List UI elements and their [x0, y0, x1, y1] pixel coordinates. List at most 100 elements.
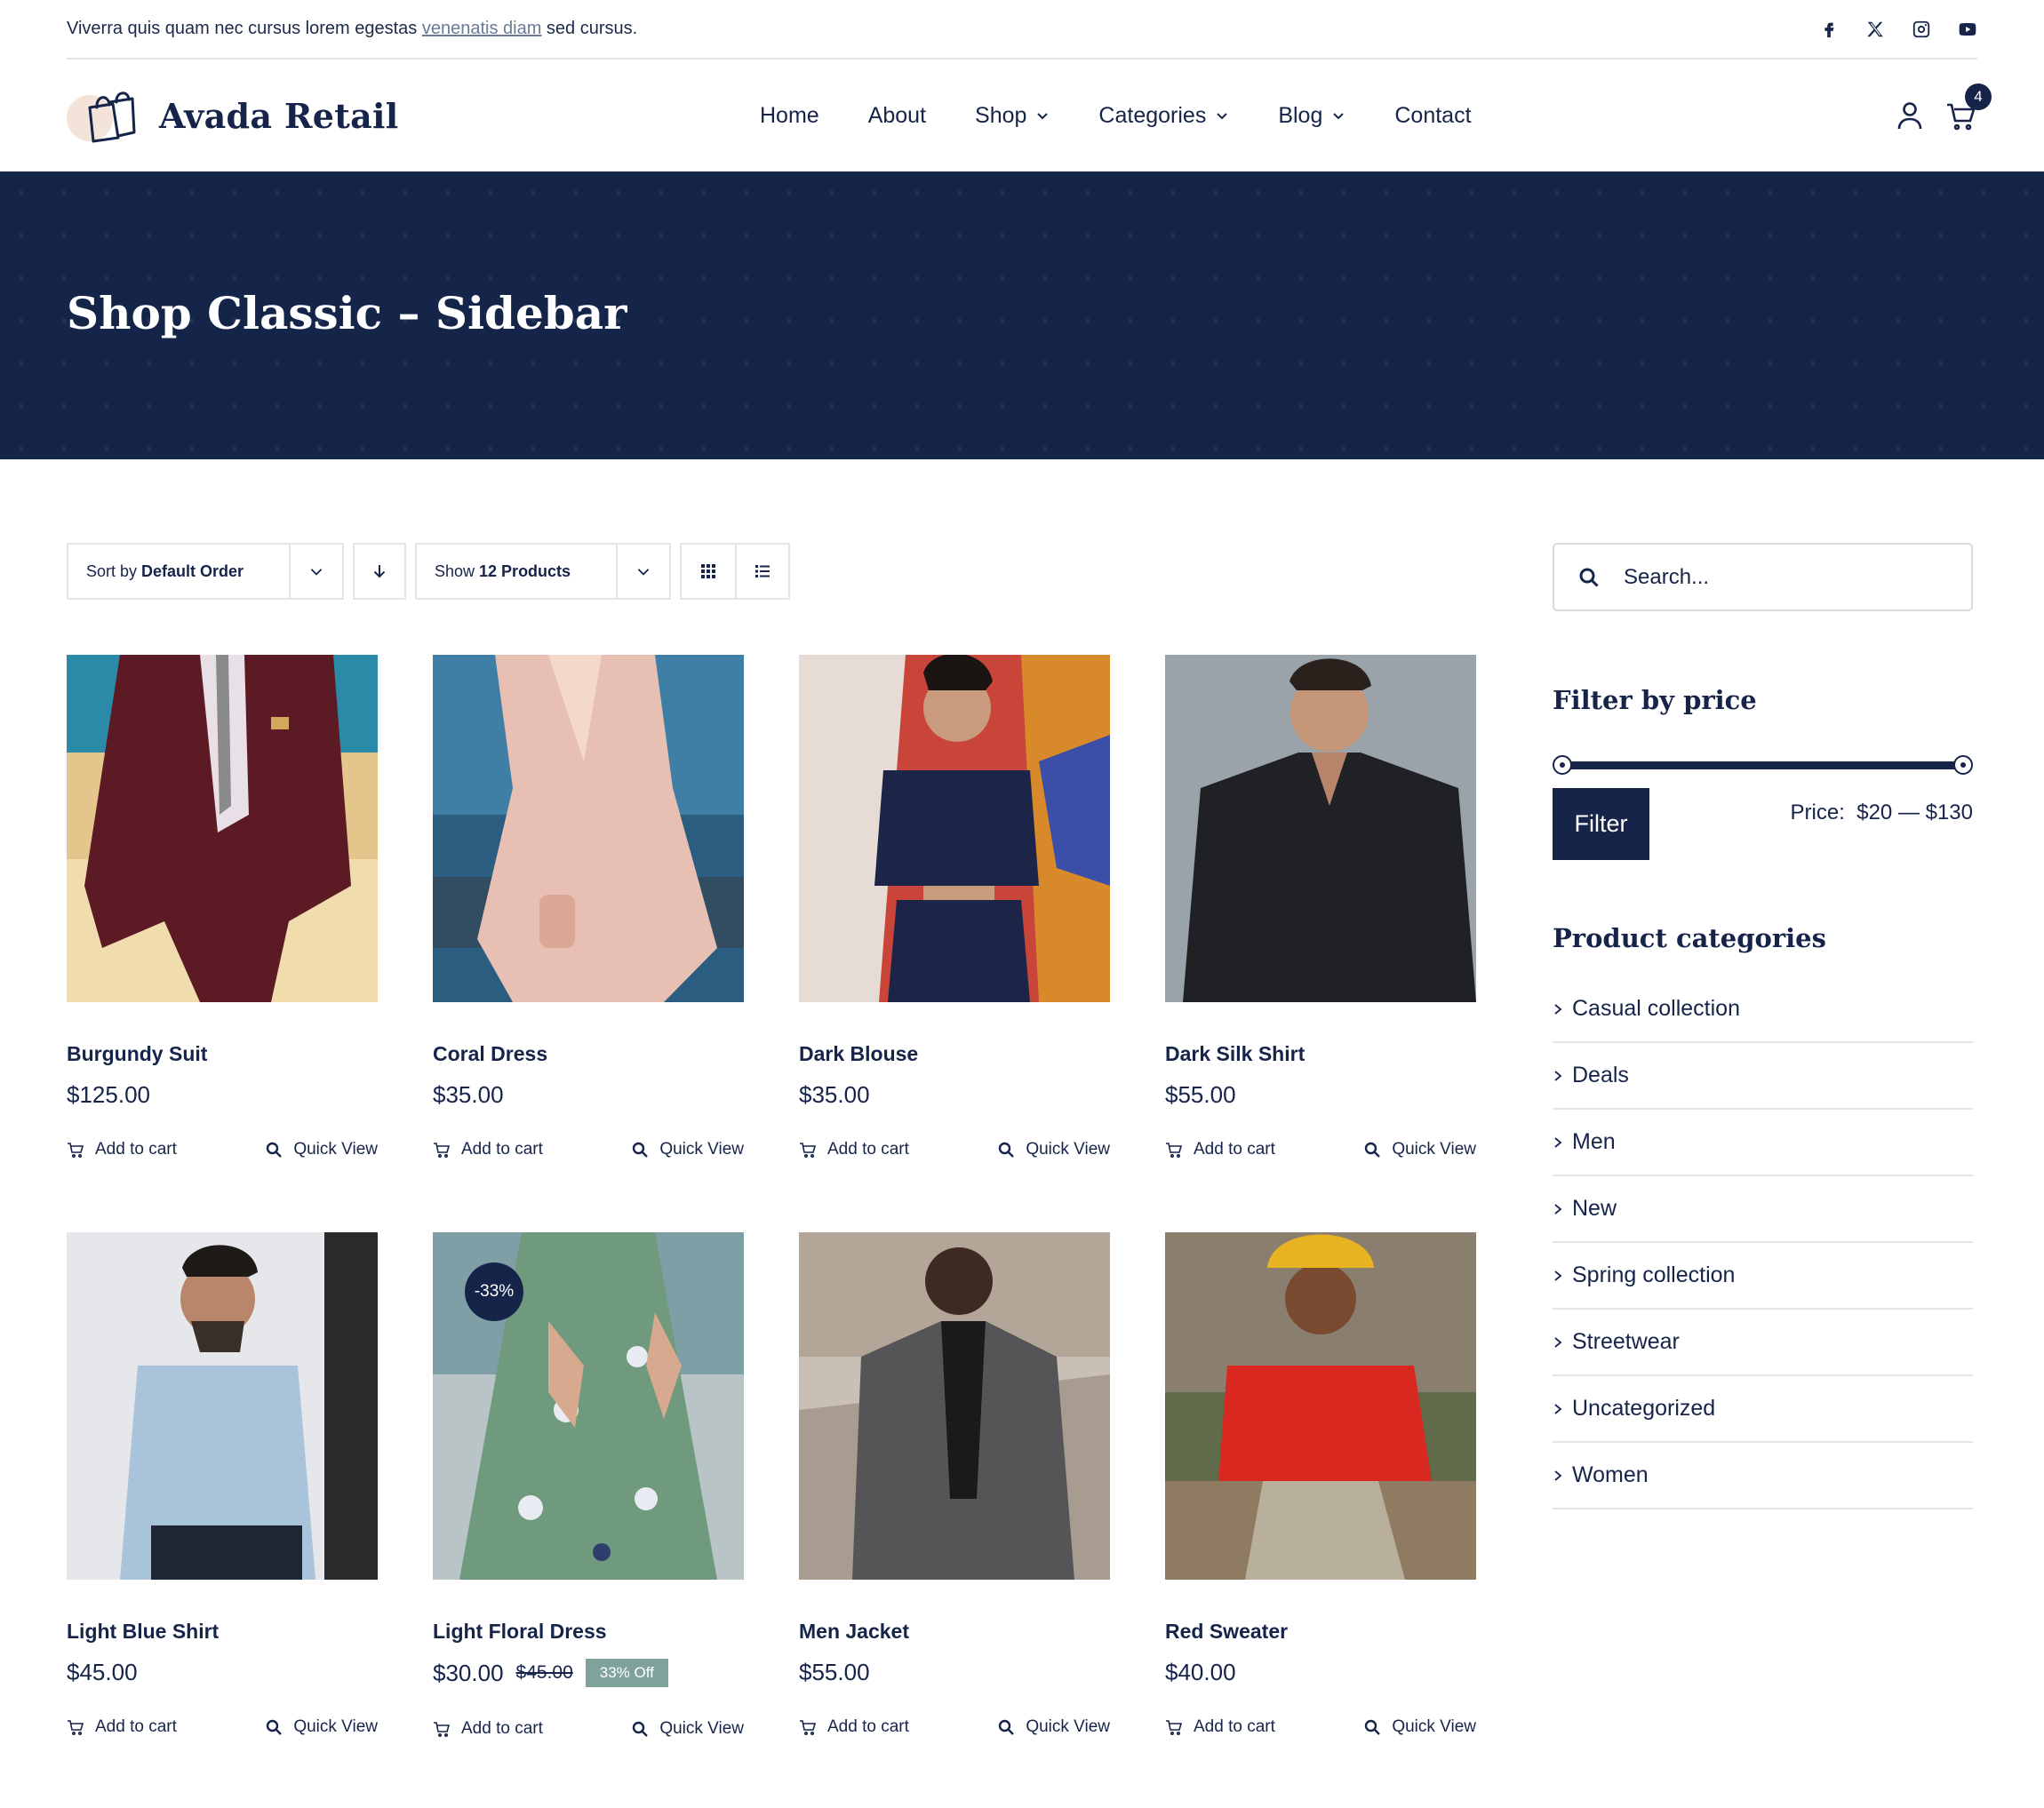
quick-view-button[interactable]: Quick View: [997, 1717, 1110, 1737]
quick-view-button[interactable]: Quick View: [265, 1717, 378, 1737]
product-name[interactable]: Men Jacket: [799, 1620, 909, 1644]
search-icon: [633, 1721, 649, 1737]
product-price: $35.00: [433, 1081, 504, 1109]
page-title: Shop Classic – Sidebar: [67, 287, 627, 339]
chevron-right-icon: [1554, 1136, 1562, 1148]
quick-view-button[interactable]: Quick View: [1363, 1717, 1476, 1737]
add-to-cart-button[interactable]: Add to cart: [67, 1140, 177, 1159]
add-to-cart-button[interactable]: Add to cart: [1165, 1140, 1275, 1159]
category-link[interactable]: Streetwear: [1553, 1310, 1973, 1376]
chevron-right-icon: [1554, 1403, 1562, 1414]
search-icon: [999, 1142, 1015, 1158]
site-logo[interactable]: Avada Retail: [67, 84, 440, 147]
announcement-link[interactable]: venenatis diam: [422, 19, 542, 38]
add-to-cart-button[interactable]: Add to cart: [799, 1717, 909, 1737]
search-icon: [1579, 568, 1599, 587]
shop-sidebar: Filter by price Filter Price: $20 — $130…: [1553, 543, 1973, 1509]
search-input[interactable]: [1624, 564, 1944, 590]
price-slider-min-handle[interactable]: [1553, 755, 1572, 775]
nav-label: Contact: [1394, 102, 1472, 128]
user-icon[interactable]: [1894, 100, 1926, 131]
product-image[interactable]: [433, 655, 744, 1002]
quick-view-label: Quick View: [659, 1140, 744, 1159]
quick-view-button[interactable]: Quick View: [265, 1140, 378, 1159]
chevron-down-icon: [637, 569, 650, 576]
instagram-icon[interactable]: [1912, 20, 1931, 39]
category-label: Deals: [1572, 1063, 1629, 1087]
nav-categories[interactable]: Categories: [1098, 103, 1229, 129]
product-image[interactable]: [1165, 1232, 1476, 1580]
quick-view-label: Quick View: [1392, 1717, 1476, 1736]
cart-icon: [434, 1722, 451, 1738]
product-name[interactable]: Dark Blouse: [799, 1042, 918, 1066]
sort-value: Default Order: [141, 562, 244, 580]
product-name[interactable]: Dark Silk Shirt: [1165, 1042, 1305, 1066]
product-name[interactable]: Burgundy Suit: [67, 1042, 207, 1066]
main-nav: Home About Shop Categories Blog Contact: [760, 60, 1472, 171]
nav-shop[interactable]: Shop: [975, 103, 1050, 129]
nav-home[interactable]: Home: [760, 103, 819, 129]
quick-view-button[interactable]: Quick View: [997, 1140, 1110, 1159]
quick-view-button[interactable]: Quick View: [1363, 1140, 1476, 1159]
product-image[interactable]: [799, 655, 1110, 1002]
grid-view-button[interactable]: [682, 545, 735, 598]
product-image[interactable]: [799, 1232, 1110, 1580]
price-slider-max-handle[interactable]: [1953, 755, 1973, 775]
category-link[interactable]: Spring collection: [1553, 1243, 1973, 1310]
sort-select[interactable]: Sort by Default Order: [67, 543, 344, 600]
page-hero: Shop Classic – Sidebar: [0, 171, 2044, 459]
category-link[interactable]: New: [1553, 1176, 1973, 1243]
nav-contact[interactable]: Contact: [1394, 103, 1471, 129]
product-name[interactable]: Red Sweater: [1165, 1620, 1288, 1644]
product-categories-widget: Product categories Casual collection Dea…: [1553, 923, 1973, 1509]
category-link[interactable]: Women: [1553, 1443, 1973, 1509]
nav-blog[interactable]: Blog: [1278, 103, 1345, 129]
filter-button[interactable]: Filter: [1553, 788, 1649, 860]
view-toggle: [680, 543, 790, 600]
category-link[interactable]: Uncategorized: [1553, 1376, 1973, 1443]
product-name[interactable]: Light Blue Shirt: [67, 1620, 219, 1644]
add-to-cart-button[interactable]: Add to cart: [433, 1719, 543, 1739]
product-price: $35.00: [799, 1081, 870, 1109]
product-image[interactable]: [1165, 655, 1476, 1002]
cart-icon: [1166, 1720, 1183, 1736]
category-link[interactable]: Men: [1553, 1110, 1973, 1176]
nav-label: Categories: [1098, 102, 1207, 128]
search-icon: [999, 1719, 1015, 1735]
category-link[interactable]: Casual collection: [1553, 976, 1973, 1043]
product-actions: Add to cart Quick View: [799, 1717, 1110, 1737]
list-view-button[interactable]: [734, 545, 788, 598]
price-original: $45.00: [515, 1662, 573, 1683]
price-current: $55.00: [799, 1659, 870, 1685]
add-to-cart-label: Add to cart: [827, 1717, 909, 1736]
add-to-cart-button[interactable]: Add to cart: [799, 1140, 909, 1159]
product-price: $55.00: [799, 1659, 870, 1686]
product-name[interactable]: Light Floral Dress: [433, 1620, 607, 1644]
quick-view-button[interactable]: Quick View: [631, 1140, 744, 1159]
nav-about[interactable]: About: [868, 103, 926, 129]
product-image[interactable]: -33%: [433, 1232, 744, 1580]
youtube-icon[interactable]: [1958, 20, 1977, 39]
cart-icon[interactable]: 4: [1945, 84, 1992, 131]
facebook-icon[interactable]: [1819, 20, 1839, 39]
add-to-cart-button[interactable]: Add to cart: [1165, 1717, 1275, 1737]
top-bar: Viverra quis quam nec cursus lorem egest…: [67, 0, 1977, 60]
per-page-select[interactable]: Show 12 Products: [415, 543, 671, 600]
price-current: $35.00: [433, 1081, 504, 1108]
category-link[interactable]: Deals: [1553, 1043, 1973, 1110]
discount-tag: 33% Off: [585, 1659, 668, 1687]
quick-view-button[interactable]: Quick View: [631, 1719, 744, 1739]
product-image[interactable]: [67, 1232, 378, 1580]
x-icon[interactable]: [1865, 20, 1885, 39]
category-list: Casual collection Deals Men New Spring c…: [1553, 976, 1973, 1509]
price-slider: [1553, 754, 1973, 776]
quick-view-label: Quick View: [1392, 1140, 1476, 1159]
add-to-cart-label: Add to cart: [461, 1140, 543, 1159]
product-name[interactable]: Coral Dress: [433, 1042, 547, 1066]
sort-direction-button[interactable]: [353, 543, 406, 600]
product-image[interactable]: [67, 655, 378, 1002]
add-to-cart-button[interactable]: Add to cart: [433, 1140, 543, 1159]
product-price: $125.00: [67, 1081, 150, 1109]
add-to-cart-button[interactable]: Add to cart: [67, 1717, 177, 1737]
category-label: New: [1572, 1196, 1617, 1221]
